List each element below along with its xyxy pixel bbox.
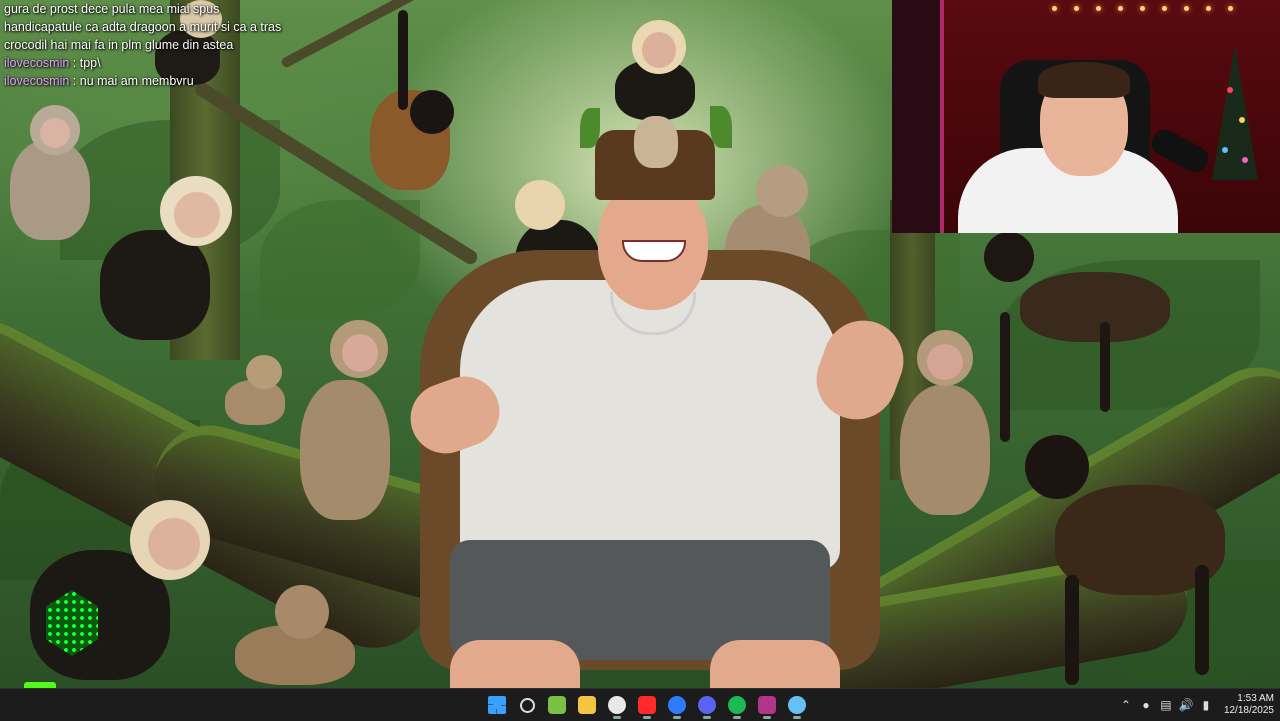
youtube-music-icon-glyph (638, 696, 656, 714)
chrome-icon[interactable] (602, 689, 632, 721)
chat-overlay: gura de prost dece pula mea miai spus ha… (4, 0, 284, 90)
chat-message-text: : nu mai am membvru (72, 74, 194, 88)
chat-message: ilovecosmin : nu mai am membvru (4, 72, 284, 90)
clock-date: 12/18/2025 (1223, 705, 1274, 716)
battery-icon[interactable]: ▮ (1196, 689, 1216, 721)
monkey (1025, 435, 1260, 685)
file-explorer-icon[interactable] (572, 689, 602, 721)
clock[interactable]: 1:53 AM 12/18/2025 (1224, 693, 1274, 717)
volume-icon[interactable]: 🔊 (1176, 689, 1196, 721)
chat-message: ilovecosmin : tpp\ (4, 54, 284, 72)
monkey (0, 100, 100, 250)
windows-start-icon-glyph (488, 696, 506, 714)
streamer-hair (1038, 62, 1130, 98)
webcam-background-door (892, 0, 944, 233)
steam-icon-glyph (788, 696, 806, 714)
network-icon[interactable]: ▤ (1156, 689, 1176, 721)
string-lights (1052, 0, 1233, 16)
youtube-music-icon[interactable] (632, 689, 662, 721)
discord-icon-glyph (698, 696, 716, 714)
chat-message-text: gura de prost dece pula mea miai spus ha… (4, 2, 282, 52)
chrome-icon-glyph (608, 696, 626, 714)
file-explorer-icon-glyph (578, 696, 596, 714)
notepad-icon[interactable] (542, 689, 572, 721)
taskbar-apps (482, 689, 812, 721)
chat-message: gura de prost dece pula mea miai spus ha… (4, 0, 284, 54)
clock-time: 1:53 AM (1237, 693, 1274, 704)
chat-message-text: : tpp\ (72, 56, 101, 70)
webcam-overlay (892, 0, 1280, 233)
microphone-icon[interactable]: ● (1136, 689, 1156, 721)
app-icon-glyph (758, 696, 776, 714)
notepad-icon-glyph (548, 696, 566, 714)
chat-username: ilovecosmin (4, 74, 70, 88)
monkey (90, 170, 240, 350)
monkey (980, 232, 1230, 442)
browser-icon-glyph (668, 696, 686, 714)
monkey (225, 585, 385, 685)
spotify-icon-glyph (728, 696, 746, 714)
browser-icon[interactable] (662, 689, 692, 721)
taskbar: ⌃ ● ▤ 🔊 ▮ 1:53 AM 12/18/2025 (0, 688, 1280, 721)
person-illustration (390, 80, 915, 688)
monkey (20, 490, 210, 680)
windows-start-icon[interactable] (482, 689, 512, 721)
search-icon[interactable] (512, 689, 542, 721)
chevron-up-icon[interactable]: ⌃ (1116, 689, 1136, 721)
monkey (290, 320, 400, 530)
app-icon[interactable] (752, 689, 782, 721)
steam-icon[interactable] (782, 689, 812, 721)
spotify-icon[interactable] (722, 689, 752, 721)
christmas-tree-icon (1212, 45, 1258, 180)
system-tray: ⌃ ● ▤ 🔊 ▮ 1:53 AM 12/18/2025 (1116, 689, 1274, 721)
monkey (220, 355, 290, 425)
chat-username: ilovecosmin (4, 56, 70, 70)
search-icon-glyph (519, 697, 535, 713)
discord-icon[interactable] (692, 689, 722, 721)
